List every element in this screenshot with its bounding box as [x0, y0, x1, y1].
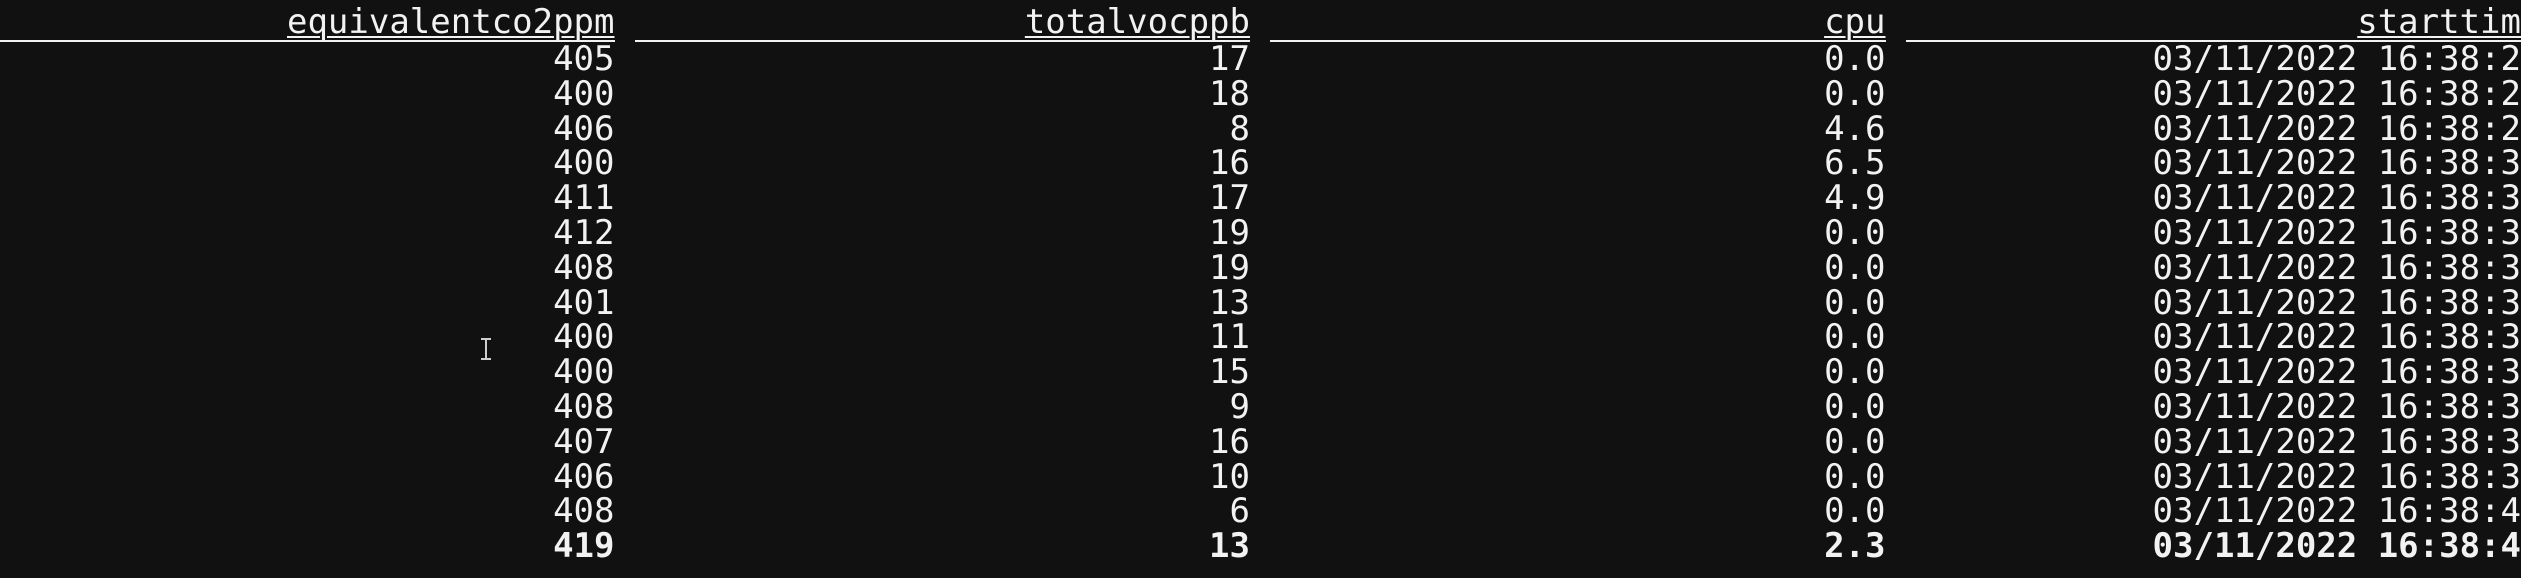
- table-cell-totalvocppb: 15: [1209, 355, 1250, 390]
- table-cell-totalvocppb: 18: [1209, 76, 1250, 112]
- table-cell-starttim: 03/11/2022 16:38:2: [2152, 111, 2521, 147]
- table-cell-cpu: 0.0: [1824, 76, 1886, 112]
- table-cell-starttim: 03/11/2022 16:38:3: [2152, 146, 2521, 182]
- table-cell-totalvocppb: 16: [1209, 146, 1250, 182]
- table-cell-starttim: 03/11/2022 16:38:3: [2152, 215, 2521, 251]
- table-cell-cpu: 0.0: [1824, 250, 1886, 286]
- table-cell-starttim: 03/11/2022 16:38:4: [2152, 494, 2521, 530]
- table-cell-equivalentco2ppm: 419: [553, 529, 615, 564]
- table-cell-cpu: 0.0: [1824, 355, 1886, 390]
- text-ibeam-cursor-icon: [481, 338, 491, 360]
- table-cell-equivalentco2ppm: 408: [553, 494, 615, 530]
- table-cell-equivalentco2ppm: 400: [553, 76, 615, 112]
- table-cell-starttim: 03/11/2022 16:38:4: [2152, 529, 2521, 564]
- table-cell-totalvocppb: 13: [1209, 529, 1250, 564]
- table-cell-equivalentco2ppm: 406: [553, 459, 615, 495]
- table-cell-starttim: 03/11/2022 16:38:3: [2152, 459, 2521, 495]
- table-row: 408 9 0.0 03/11/2022 16:38:3: [0, 390, 2521, 425]
- table-cell-starttim: 03/11/2022 16:38:3: [2152, 181, 2521, 216]
- table-cell-equivalentco2ppm: 400: [553, 355, 615, 390]
- table-row: 412 19 0.0 03/11/2022 16:38:3: [0, 216, 2521, 251]
- table-cell-totalvocppb: 11: [1209, 320, 1250, 356]
- table-cell-starttim: 03/11/2022 16:38:3: [2152, 320, 2521, 356]
- table-cell-totalvocppb: 13: [1209, 285, 1250, 321]
- table-cell-equivalentco2ppm: 400: [553, 146, 615, 182]
- table-cell-cpu: 0.0: [1824, 424, 1886, 460]
- table-cell-cpu: 4.6: [1824, 111, 1886, 147]
- table-cell-starttim: 03/11/2022 16:38:2: [2152, 76, 2521, 112]
- table-cell-cpu: 0.0: [1824, 320, 1886, 356]
- table-cell-starttim: 03/11/2022 16:38:2: [2152, 42, 2521, 77]
- table-cell-totalvocppb: 16: [1209, 424, 1250, 460]
- table-cell-cpu: 4.9: [1824, 181, 1886, 216]
- table-row: 406 8 4.6 03/11/2022 16:38:2: [0, 112, 2521, 147]
- table-cell-totalvocppb: 8: [1229, 111, 1250, 147]
- table-row: 400 11 0.0 03/11/2022 16:38:3: [0, 320, 2521, 355]
- table-cell-totalvocppb: 17: [1209, 42, 1250, 77]
- table-cell-cpu: 0.0: [1824, 389, 1886, 425]
- table-cell-cpu: 0.0: [1824, 459, 1886, 495]
- table-cell-equivalentco2ppm: 405: [553, 42, 615, 77]
- table-cell-totalvocppb: 9: [1229, 389, 1250, 425]
- table-cell-totalvocppb: 19: [1209, 250, 1250, 286]
- table-cell-cpu: 2.3: [1824, 529, 1886, 564]
- table-cell-equivalentco2ppm: 401: [553, 285, 615, 321]
- table-cell-cpu: 0.0: [1824, 215, 1886, 251]
- column-header-starttim: starttim: [1905, 4, 2521, 42]
- table-cell-equivalentco2ppm: 400: [553, 320, 615, 356]
- table-cell-starttim: 03/11/2022 16:38:3: [2152, 285, 2521, 321]
- table-body: 405 17 0.0 03/11/2022 16:38:2 400 18 0.0 03/11/…: [0, 42, 2521, 564]
- table-cell-equivalentco2ppm: 412: [553, 215, 615, 251]
- table-cell-totalvocppb: 10: [1209, 459, 1250, 495]
- table-cell-totalvocppb: 19: [1209, 215, 1250, 251]
- table-cell-totalvocppb: 6: [1229, 494, 1250, 530]
- table-cell-starttim: 03/11/2022 16:38:3: [2152, 355, 2521, 390]
- table-row: 407 16 0.0 03/11/2022 16:38:3: [0, 425, 2521, 460]
- column-header-equivalentco2ppm: equivalentco2ppm: [0, 4, 615, 42]
- table-cell-cpu: 0.0: [1824, 494, 1886, 530]
- table-row: 419 13 2.3 03/11/2022 16:38:4: [0, 529, 2521, 564]
- table-cell-starttim: 03/11/2022 16:38:3: [2152, 389, 2521, 425]
- table-row: 401 13 0.0 03/11/2022 16:38:3: [0, 286, 2521, 321]
- table-header: equivalentco2ppm totalvocppb cpu startti…: [0, 2, 2521, 42]
- column-header-totalvocppb: totalvocppb: [634, 4, 1250, 42]
- table-row: 408 19 0.0 03/11/2022 16:38:3: [0, 251, 2521, 286]
- table-row: 408 6 0.0 03/11/2022 16:38:4: [0, 494, 2521, 529]
- column-header-cpu: cpu: [1270, 4, 1886, 42]
- table-cell-equivalentco2ppm: 408: [553, 250, 615, 286]
- table-row: 400 16 6.5 03/11/2022 16:38:3: [0, 146, 2521, 181]
- table-cell-starttim: 03/11/2022 16:38:3: [2152, 250, 2521, 286]
- table-cell-totalvocppb: 17: [1209, 181, 1250, 216]
- table-cell-equivalentco2ppm: 411: [553, 181, 615, 216]
- table-cell-cpu: 0.0: [1824, 285, 1886, 321]
- table-row: 406 10 0.0 03/11/2022 16:38:3: [0, 460, 2521, 495]
- table-cell-equivalentco2ppm: 406: [553, 111, 615, 147]
- table-cell-starttim: 03/11/2022 16:38:3: [2152, 424, 2521, 460]
- table-cell-equivalentco2ppm: 407: [553, 424, 615, 460]
- table-row: 400 18 0.0 03/11/2022 16:38:2: [0, 77, 2521, 112]
- table-row: 405 17 0.0 03/11/2022 16:38:2: [0, 42, 2521, 77]
- table-row: 400 15 0.0 03/11/2022 16:38:3: [0, 355, 2521, 390]
- table-cell-cpu: 0.0: [1824, 42, 1886, 77]
- table-cell-equivalentco2ppm: 408: [553, 389, 615, 425]
- table-row: 411 17 4.9 03/11/2022 16:38:3: [0, 181, 2521, 216]
- table-cell-cpu: 6.5: [1824, 146, 1886, 182]
- terminal-output: equivalentco2ppm totalvocppb cpu startti…: [0, 2, 2521, 564]
